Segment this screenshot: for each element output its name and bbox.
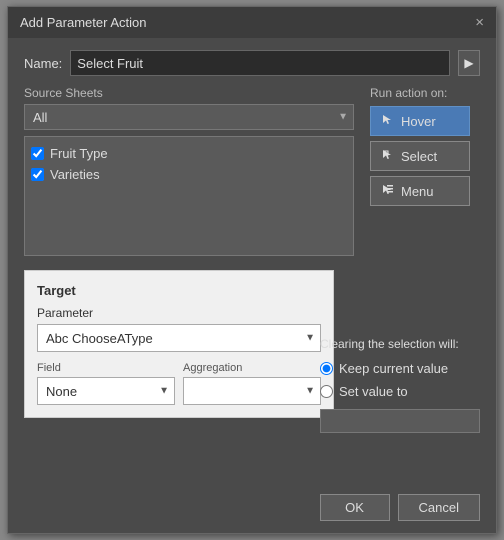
- menu-label: Menu: [401, 184, 434, 199]
- name-arrow-button[interactable]: ▶: [458, 50, 480, 76]
- keep-current-radio[interactable]: [320, 362, 333, 375]
- close-button[interactable]: ×: [475, 15, 484, 30]
- source-section: Source Sheets All ▼ Fruit Type Varieties: [24, 86, 480, 256]
- sheets-list: Fruit Type Varieties: [24, 136, 354, 256]
- select-label: Select: [401, 149, 437, 164]
- hover-label: Hover: [401, 114, 436, 129]
- list-item: Varieties: [31, 164, 347, 185]
- title-bar: Add Parameter Action ×: [8, 7, 496, 38]
- footer: OK Cancel: [320, 494, 480, 521]
- clearing-label: Clearing the selection will:: [320, 337, 480, 351]
- keep-current-row: Keep current value: [320, 361, 480, 376]
- select-icon: [381, 148, 395, 165]
- ok-button[interactable]: OK: [320, 494, 390, 521]
- target-title: Target: [37, 283, 321, 298]
- keep-current-label: Keep current value: [339, 361, 448, 376]
- source-left: Source Sheets All ▼ Fruit Type Varieties: [24, 86, 354, 256]
- agg-col: Aggregation ▼: [183, 362, 321, 405]
- menu-button[interactable]: Menu: [370, 176, 470, 206]
- set-value-row: Set value to: [320, 384, 480, 399]
- run-action-label: Run action on:: [370, 86, 447, 100]
- dialog: Add Parameter Action × Name: ▶ Source Sh…: [7, 6, 497, 534]
- varieties-checkbox[interactable]: [31, 168, 44, 181]
- set-value-radio[interactable]: [320, 385, 333, 398]
- clearing-section: Clearing the selection will: Keep curren…: [320, 337, 480, 433]
- hover-icon: [381, 113, 395, 130]
- aggregation-select[interactable]: [183, 377, 321, 405]
- aggregation-label: Aggregation: [183, 362, 321, 374]
- hover-button[interactable]: Hover: [370, 106, 470, 136]
- name-label: Name:: [24, 56, 62, 71]
- name-input[interactable]: [70, 50, 450, 76]
- parameter-select[interactable]: Abc ChooseAType: [37, 324, 321, 352]
- field-select[interactable]: None: [37, 377, 175, 405]
- field-label: Field: [37, 362, 175, 374]
- field-agg-row: Field None ▼ Aggregation ▼: [37, 362, 321, 405]
- set-value-input[interactable]: [320, 409, 480, 433]
- select-button[interactable]: Select: [370, 141, 470, 171]
- target-card: Target Parameter Abc ChooseAType ▼ Field…: [24, 270, 334, 418]
- source-dropdown[interactable]: All: [24, 104, 354, 130]
- menu-icon: [381, 183, 395, 200]
- dialog-title: Add Parameter Action: [20, 15, 146, 30]
- parameter-dropdown-row: Abc ChooseAType ▼: [37, 324, 321, 352]
- run-action-section: Run action on: Hover: [370, 86, 480, 256]
- fruit-type-label: Fruit Type: [50, 146, 108, 161]
- cancel-button[interactable]: Cancel: [398, 494, 480, 521]
- parameter-label: Parameter: [37, 306, 321, 320]
- name-row: Name: ▶: [24, 50, 480, 76]
- varieties-label: Varieties: [50, 167, 100, 182]
- fruit-type-checkbox[interactable]: [31, 147, 44, 160]
- list-item: Fruit Type: [31, 143, 347, 164]
- set-value-label: Set value to: [339, 384, 408, 399]
- source-sheets-label: Source Sheets: [24, 86, 354, 100]
- field-col: Field None ▼: [37, 362, 175, 405]
- source-dropdown-row: All ▼: [24, 104, 354, 130]
